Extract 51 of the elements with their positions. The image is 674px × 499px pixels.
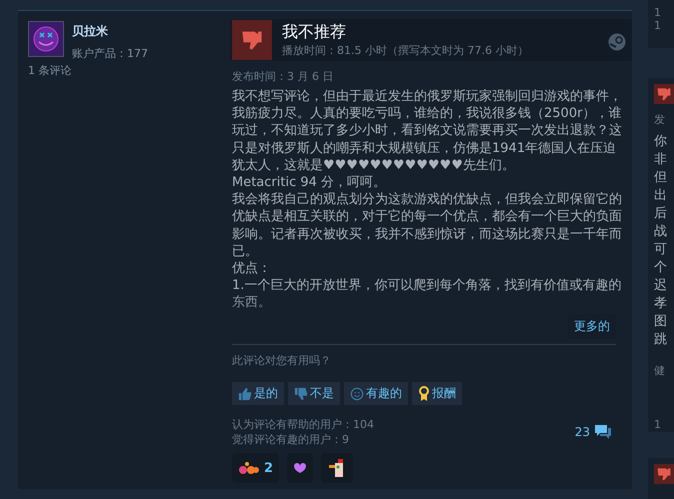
medal-icon xyxy=(418,386,430,402)
playtime-text: 播放时间：81.5 小时（撰写本文时为 77.6 小时） xyxy=(282,43,528,58)
review-paragraph: 优点： xyxy=(232,260,272,278)
review-paragraph: 我不想写评论，但由于最近发生的俄罗斯玩家强制回归游戏的事件，我筋疲力尽。人真的要吃亏吗，谁给的，我说很多钱（2500r），谁玩过，不知道玩了多少小时，看到铭文说需要再买一次发出退款？这只是对俄罗斯人的嘲弄和大规模镇压，仿佛是1941年德国人在压迫犹太人，这就是♥♥♥♥♥♥♥♥♥♥♥♥先生们。 xyxy=(232,88,623,174)
review-line: 可 xyxy=(654,241,668,260)
review-line: 但 xyxy=(654,169,668,188)
review-line: 战 xyxy=(654,223,668,242)
funny-count: 觉得评论有趣的用户：9 xyxy=(232,432,350,447)
avatar-icon xyxy=(28,21,64,57)
read-more-link[interactable]: 更多的 xyxy=(568,314,616,339)
review-paragraph: 我会将我自己的观点划分为这款游戏的优缺点，但我会立即保留它的优缺点是相互关联的，对于它的每一个优点，都会有一个巨大的负面影响。记者再次被收买，我并不感到惊讶，而这场比赛只是一千年而已。 xyxy=(232,191,623,260)
award-badge[interactable]: 2 xyxy=(232,453,280,483)
thumbs-up-icon xyxy=(238,386,252,400)
helpful-question: 健 xyxy=(654,363,666,378)
review-line: 个 xyxy=(654,259,668,278)
vote-button[interactable]: 有趣的 xyxy=(344,382,408,405)
thumbs-down-icon xyxy=(654,464,674,484)
thumbs-down-icon xyxy=(654,84,674,104)
review-line: 孝 xyxy=(654,295,668,314)
review-line: 图 xyxy=(654,313,668,332)
review-line: 迟 xyxy=(654,277,668,296)
vote-button[interactable]: 不是 xyxy=(288,382,340,405)
posted-date: 发布时间：3 月 6 日 xyxy=(232,69,334,84)
review-line: 非 xyxy=(654,151,668,170)
review-line: 出 xyxy=(654,187,668,206)
flowers-icon xyxy=(238,461,260,475)
review-line: 跳 xyxy=(654,331,668,350)
vote-button[interactable]: 报酬 xyxy=(412,382,462,405)
award-badge[interactable] xyxy=(321,453,354,483)
review-line: 后 xyxy=(654,205,668,224)
review-line: 你 xyxy=(654,133,668,152)
count-text: 1 xyxy=(654,19,662,32)
thumbs-down-icon xyxy=(294,386,308,400)
helpful-question: 此评论对您有用吗？ xyxy=(232,353,332,368)
speech-bubbles-icon xyxy=(594,424,612,440)
comment-count[interactable]: 23 xyxy=(574,425,590,439)
product-count: 账户产品：177 xyxy=(72,46,148,61)
verdict-title: 我不推荐 xyxy=(282,22,347,43)
posted-date: 发 xyxy=(654,112,666,128)
award-badge[interactable] xyxy=(287,453,314,483)
count-text: 1 xyxy=(654,6,662,19)
helpful-count: 1 xyxy=(654,418,662,432)
vote-button[interactable]: 是的 xyxy=(232,382,284,405)
review-paragraph: Metacritic 94 分，呵呵。 xyxy=(232,174,388,192)
steam-logo-icon xyxy=(608,33,626,51)
smiley-icon xyxy=(350,386,364,400)
review-paragraph: 1.一个巨大的开放世界，你可以爬到每个角落，找到有价值或有趣的东西。 xyxy=(232,277,622,312)
review-count: 1 条评论 xyxy=(28,63,72,78)
helpful-count: 认为评论有帮助的用户：104 xyxy=(232,417,374,432)
hearts-icon xyxy=(293,463,308,473)
author-name[interactable]: 贝拉米 xyxy=(72,23,148,40)
